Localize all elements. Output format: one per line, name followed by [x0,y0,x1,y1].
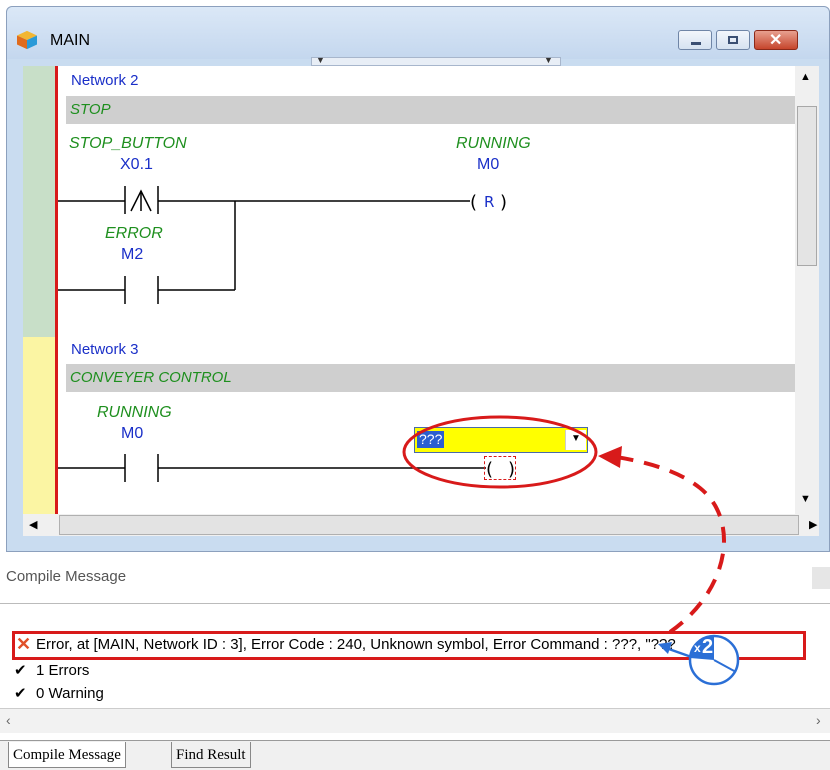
highlight-circle [402,415,598,489]
double-click-badge: 2 [702,636,714,658]
arrow-head-icon [598,446,622,468]
dashed-arrow [609,454,726,634]
badge-prefix: x [694,641,701,655]
